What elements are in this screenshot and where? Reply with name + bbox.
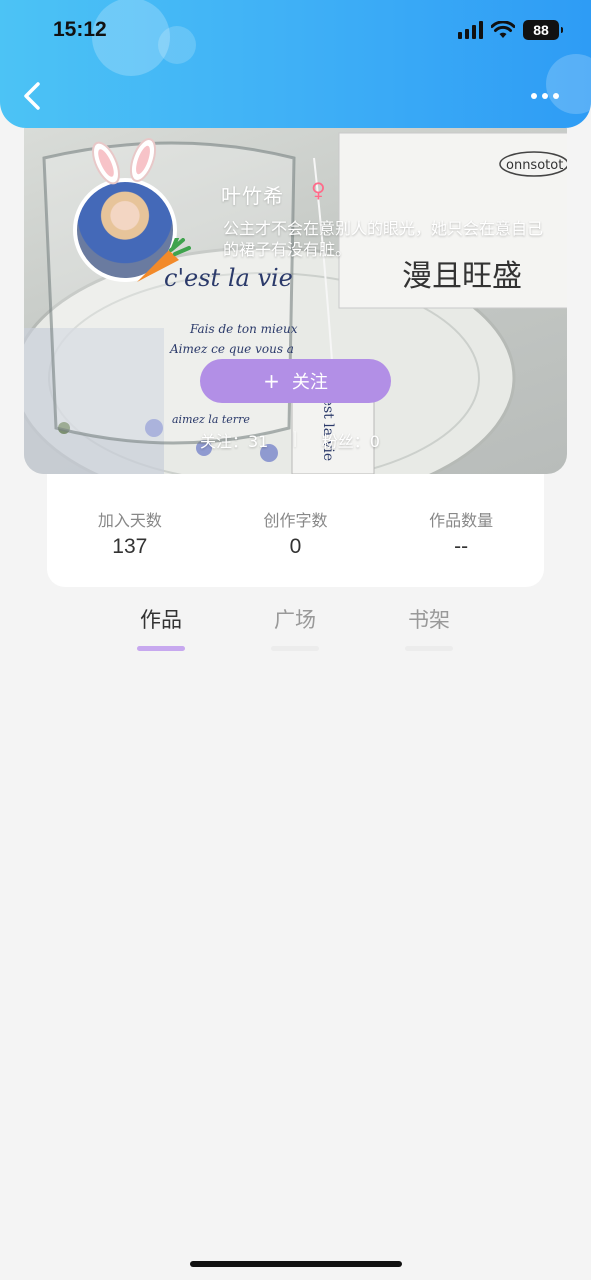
- tab-label: 作品: [140, 608, 182, 632]
- carrot-icon: [137, 238, 191, 282]
- following-count[interactable]: 关注：31: [200, 428, 268, 452]
- follow-button[interactable]: + 关注: [200, 359, 391, 403]
- avatar-wrap[interactable]: [73, 138, 191, 282]
- followers-count[interactable]: 粉丝：0: [322, 428, 380, 452]
- box-text: 漫且旺盛: [402, 259, 522, 294]
- tab-works[interactable]: 作品: [121, 604, 201, 651]
- battery-icon: 88: [523, 20, 563, 40]
- stat-label: 创作字数: [263, 511, 328, 530]
- follow-label: 关注: [291, 372, 328, 393]
- home-indicator: [190, 1261, 402, 1267]
- stat-label: 作品数量: [429, 511, 494, 530]
- stat-value: 0: [289, 535, 302, 558]
- nickname: 叶竹希: [221, 184, 284, 208]
- more-button[interactable]: [531, 86, 565, 106]
- box-brand-text: onnsotot: [506, 158, 563, 173]
- bunny-ears-icon: [92, 138, 157, 185]
- decor-bubble: [158, 26, 196, 64]
- more-dot: [531, 93, 537, 99]
- back-button[interactable]: [18, 78, 50, 114]
- female-icon: ♀: [311, 178, 326, 202]
- bio: 公主才不会在意别人的眼光，她只会在意自己的裙子有没有脏。: [223, 219, 544, 259]
- tab-indicator: [405, 646, 453, 651]
- signal-icon: [458, 21, 483, 39]
- count-divider: |: [292, 428, 298, 447]
- more-dot: [553, 93, 559, 99]
- status-time: 15:12: [53, 18, 107, 41]
- more-dot: [542, 93, 548, 99]
- cup-text: aimez la terre: [172, 413, 250, 426]
- tab-indicator: [137, 646, 185, 651]
- tab-bookshelf[interactable]: 书架: [389, 604, 469, 651]
- follow-counts: 关注：31 | 粉丝：0: [200, 428, 380, 452]
- tab-bar: 作品 广场 书架: [0, 604, 591, 654]
- profile-card: onnsotot 漫且旺盛 c'est la vie c'est la vie …: [24, 128, 567, 474]
- stat-join-days: 加入天数 137: [55, 507, 205, 587]
- status-icons: 88: [458, 20, 563, 40]
- tab-label: 广场: [274, 608, 316, 632]
- wifi-icon: [491, 21, 515, 38]
- cup-text: Aimez ce que vous a: [169, 342, 294, 356]
- tab-label: 书架: [408, 608, 450, 632]
- cup-text: Fais de ton mieux: [189, 322, 298, 336]
- stat-value: 137: [112, 535, 148, 558]
- chevron-left-icon: [24, 82, 40, 110]
- stat-label: 加入天数: [97, 511, 162, 530]
- stat-value: --: [454, 535, 469, 558]
- header: 15:12 88: [0, 0, 591, 128]
- stat-works-count: 作品数量 --: [386, 507, 536, 587]
- tab-square[interactable]: 广场: [255, 604, 335, 651]
- tab-indicator: [271, 646, 319, 651]
- stat-word-count: 创作字数 0: [220, 507, 370, 587]
- plus-icon: +: [263, 369, 280, 393]
- stats-card: 加入天数 137 创作字数 0 作品数量 --: [47, 474, 544, 587]
